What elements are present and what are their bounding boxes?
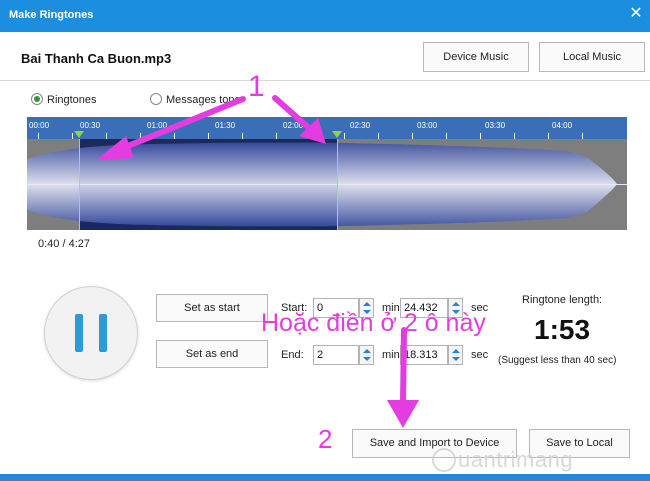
selection-start-marker[interactable]: [74, 131, 84, 138]
close-icon[interactable]: ✕: [626, 4, 646, 24]
timeline-ruler[interactable]: 00:00 00:30 01:00 01:30 02:00 02:30 03:0…: [27, 117, 627, 139]
watermark-logo: [432, 448, 456, 472]
device-music-button[interactable]: Device Music: [423, 42, 529, 72]
end-sec-stepper[interactable]: [448, 345, 463, 365]
file-name: Bai Thanh Ca Buon.mp3: [21, 51, 172, 66]
annotation-number-1: 1: [248, 70, 265, 103]
local-music-button[interactable]: Local Music: [539, 42, 645, 72]
end-min-stepper[interactable]: [359, 345, 374, 365]
radio-selected-icon: [31, 93, 43, 105]
waveform[interactable]: [27, 139, 627, 230]
pause-icon: [75, 314, 83, 352]
down-arrow-icon: [452, 357, 460, 361]
radio-unselected-icon: [150, 93, 162, 105]
up-arrow-icon: [452, 349, 460, 353]
annotation-hint: Hoặc điền ở 2 ô này: [261, 309, 486, 337]
ringtone-length-note: (Suggest less than 40 sec): [498, 355, 617, 366]
end-sec-field[interactable]: 18.313: [400, 345, 448, 365]
waveform-graphic: [27, 139, 627, 230]
window-title: Make Ringtones: [9, 9, 94, 21]
tick-label: 01:30: [215, 121, 236, 130]
tick-label: 03:00: [417, 121, 438, 130]
tick-label: 04:00: [552, 121, 573, 130]
up-arrow-icon: [363, 302, 371, 306]
ringtones-radio[interactable]: Ringtones: [31, 93, 97, 106]
waveform-centerline: [27, 184, 627, 185]
tick-label: 03:30: [485, 121, 506, 130]
end-label: End:: [281, 349, 304, 361]
up-arrow-icon: [363, 349, 371, 353]
tick-label: 01:00: [147, 121, 168, 130]
annotation-arrows: [96, 95, 419, 428]
messages-tone-radio[interactable]: Messages tone: [150, 93, 241, 106]
ringtone-length-value: 1:53: [534, 314, 591, 345]
arrow-2: [400, 327, 407, 406]
ringtones-label: Ringtones: [47, 94, 97, 106]
tick-label: 00:00: [29, 121, 50, 130]
end-min-field[interactable]: 2: [313, 345, 359, 365]
min-unit-label: min: [382, 349, 400, 361]
down-arrow-icon: [363, 357, 371, 361]
annotation-number-2: 2: [318, 424, 333, 454]
sec-unit-label: sec: [471, 349, 489, 361]
pause-icon: [99, 314, 107, 352]
ringtone-length-label: Ringtone length:: [522, 294, 603, 306]
up-arrow-icon: [452, 302, 460, 306]
selection-end-marker[interactable]: [332, 131, 342, 138]
set-as-start-button[interactable]: Set as start: [156, 294, 268, 322]
selection-end-line: [337, 139, 338, 230]
messages-tone-label: Messages tone: [166, 94, 241, 106]
arrow-2-head: [387, 400, 419, 428]
tick-label: 02:30: [350, 121, 371, 130]
playback-position: 0:40 / 4:27: [38, 238, 90, 250]
set-as-end-button[interactable]: Set as end: [156, 340, 268, 368]
tick-label: 00:30: [80, 121, 101, 130]
watermark-text: uantrimang: [458, 447, 574, 472]
selection-start-line: [79, 139, 80, 230]
bottom-bar: [0, 474, 650, 481]
tick-label: 02:00: [283, 121, 304, 130]
title-bar: Make Ringtones ✕: [0, 0, 650, 32]
pause-button[interactable]: [44, 286, 138, 380]
header-divider: [0, 80, 650, 81]
